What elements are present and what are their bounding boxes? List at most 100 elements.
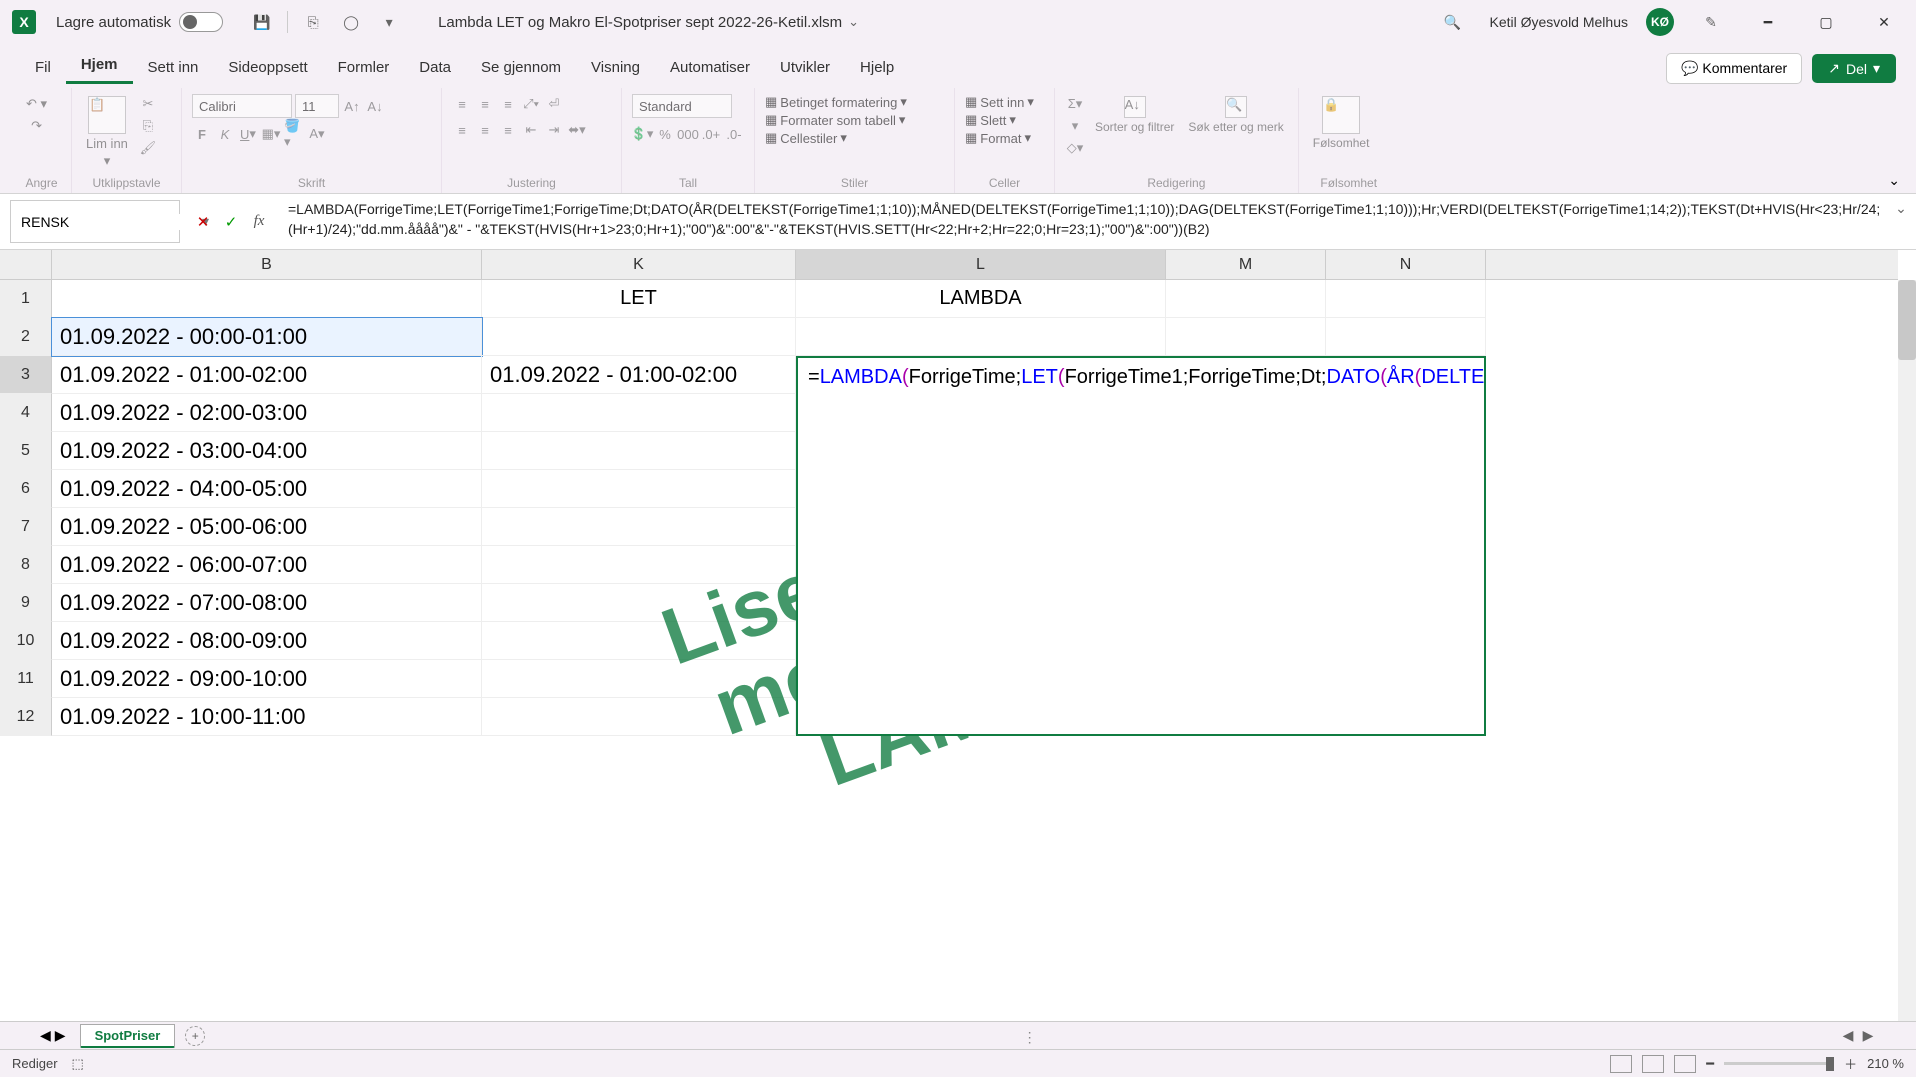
quick-access-icon-2[interactable]: ◯: [340, 11, 362, 33]
align-mid-icon[interactable]: ≡: [475, 94, 495, 114]
select-all-corner[interactable]: [0, 250, 52, 280]
cell-K7[interactable]: [482, 508, 796, 546]
row-header-10[interactable]: 10: [0, 622, 52, 660]
horizontal-scrollbar[interactable]: ⋮: [229, 1029, 1816, 1043]
cell-B5[interactable]: 01.09.2022 - 03:00-04:00: [52, 432, 482, 470]
hscroll-right-icon[interactable]: ▶: [1860, 1028, 1876, 1044]
tab-hjelp[interactable]: Hjelp: [845, 51, 909, 84]
avatar[interactable]: KØ: [1646, 8, 1674, 36]
align-left-icon[interactable]: ≡: [452, 120, 472, 140]
filename-dropdown-icon[interactable]: ⌄: [848, 14, 859, 30]
fx-icon[interactable]: fx: [248, 211, 270, 233]
zoom-slider[interactable]: [1724, 1062, 1834, 1065]
percent-icon[interactable]: %: [655, 124, 675, 144]
number-format-select[interactable]: [632, 94, 732, 118]
format-painter-icon[interactable]: 🖌: [138, 138, 158, 158]
cell-K3[interactable]: 01.09.2022 - 01:00-02:00: [482, 356, 796, 394]
format-as-table-button[interactable]: ▦ Formater som tabell ▾: [765, 112, 905, 128]
tab-automatiser[interactable]: Automatiser: [655, 51, 765, 84]
cell-K2[interactable]: [482, 318, 796, 356]
cell-L1[interactable]: LAMBDA: [796, 280, 1166, 318]
sensitivity-button[interactable]: 🔒Følsomhet: [1309, 94, 1374, 152]
paste-button[interactable]: 📋Lim inn ▾: [82, 94, 132, 171]
row-header-9[interactable]: 9: [0, 584, 52, 622]
insert-cells-button[interactable]: ▦ Sett inn ▾: [965, 94, 1034, 110]
view-pagebreak-icon[interactable]: [1674, 1055, 1696, 1073]
thousands-icon[interactable]: 000: [678, 124, 698, 144]
cell-M1[interactable]: [1166, 280, 1326, 318]
fill-color-button[interactable]: 🪣▾: [284, 124, 304, 144]
tab-data[interactable]: Data: [404, 51, 466, 84]
cell-B3[interactable]: 01.09.2022 - 01:00-02:00: [52, 356, 482, 394]
sort-filter-button[interactable]: A↓Sorter og filtrer: [1091, 94, 1178, 136]
formula-confirm-icon[interactable]: ✓: [220, 211, 242, 233]
row-header-5[interactable]: 5: [0, 432, 52, 470]
cell-M2[interactable]: [1166, 318, 1326, 356]
excel-app-icon[interactable]: X: [12, 10, 36, 34]
align-right-icon[interactable]: ≡: [498, 120, 518, 140]
cell-B4[interactable]: 01.09.2022 - 02:00-03:00: [52, 394, 482, 432]
cells[interactable]: LETLAMBDA01.09.2022 - 00:00-01:0001.09.2…: [52, 280, 1898, 1021]
share-button[interactable]: ↗ Del ▾: [1812, 54, 1896, 83]
search-icon[interactable]: 🔍: [1441, 11, 1463, 33]
cell-B7[interactable]: 01.09.2022 - 05:00-06:00: [52, 508, 482, 546]
cell-K12[interactable]: [482, 698, 796, 736]
add-sheet-button[interactable]: +: [185, 1026, 205, 1046]
border-button[interactable]: ▦▾: [261, 124, 281, 144]
cut-icon[interactable]: ✂: [138, 94, 158, 114]
indent-dec-icon[interactable]: ⇤: [521, 120, 541, 140]
cell-B2[interactable]: 01.09.2022 - 00:00-01:00: [52, 318, 482, 356]
maximize-button[interactable]: ▢: [1806, 7, 1846, 37]
cell-K1[interactable]: LET: [482, 280, 796, 318]
conditional-format-button[interactable]: ▦ Betinget formatering ▾: [765, 94, 907, 110]
underline-button[interactable]: U▾: [238, 124, 258, 144]
row-header-12[interactable]: 12: [0, 698, 52, 736]
cell-K10[interactable]: [482, 622, 796, 660]
cell-K6[interactable]: [482, 470, 796, 508]
cell-B11[interactable]: 01.09.2022 - 09:00-10:00: [52, 660, 482, 698]
comments-button[interactable]: 💬 Kommentarer: [1666, 53, 1802, 84]
hscroll-left-icon[interactable]: ◀: [1840, 1028, 1856, 1044]
zoom-in-icon[interactable]: ＋: [1844, 1054, 1857, 1073]
cell-K4[interactable]: [482, 394, 796, 432]
font-size-select[interactable]: [295, 94, 339, 118]
macro-record-icon[interactable]: ⬚: [72, 1056, 84, 1072]
font-name-select[interactable]: [192, 94, 292, 118]
save-icon[interactable]: 💾: [251, 11, 273, 33]
grid-area[interactable]: BKLMN 123456789101112 LETLAMBDA01.09.202…: [0, 250, 1916, 1021]
zoom-level[interactable]: 210 %: [1867, 1056, 1904, 1071]
tab-settinn[interactable]: Sett inn: [133, 51, 214, 84]
cell-B1[interactable]: [52, 280, 482, 318]
cell-B10[interactable]: 01.09.2022 - 08:00-09:00: [52, 622, 482, 660]
zoom-out-icon[interactable]: ━: [1706, 1056, 1714, 1072]
row-header-3[interactable]: 3: [0, 356, 52, 394]
row-header-1[interactable]: 1: [0, 280, 52, 318]
col-header-N[interactable]: N: [1326, 250, 1486, 279]
decrease-font-icon[interactable]: A↓: [365, 96, 385, 116]
cell-N1[interactable]: [1326, 280, 1486, 318]
cell-L3[interactable]: =LAMBDA(ForrigeTime;LET(ForrigeTime1;For…: [796, 356, 1486, 736]
cell-B9[interactable]: 01.09.2022 - 07:00-08:00: [52, 584, 482, 622]
bold-button[interactable]: F: [192, 124, 212, 144]
find-select-button[interactable]: 🔍Søk etter og merk: [1184, 94, 1287, 136]
formula-expand-icon[interactable]: ⌄: [1886, 194, 1916, 249]
format-cells-button[interactable]: ▦ Format ▾: [965, 130, 1031, 146]
clear-icon[interactable]: ◇▾: [1065, 138, 1085, 158]
minimize-button[interactable]: ━: [1748, 7, 1788, 37]
row-header-4[interactable]: 4: [0, 394, 52, 432]
tab-visning[interactable]: Visning: [576, 51, 655, 84]
col-header-L[interactable]: L: [796, 250, 1166, 279]
indent-inc-icon[interactable]: ⇥: [544, 120, 564, 140]
row-header-2[interactable]: 2: [0, 318, 52, 356]
row-header-7[interactable]: 7: [0, 508, 52, 546]
col-header-B[interactable]: B: [52, 250, 482, 279]
ribbon-collapse-icon[interactable]: ⌄: [1884, 88, 1904, 193]
cell-B8[interactable]: 01.09.2022 - 06:00-07:00: [52, 546, 482, 584]
wrap-text-icon[interactable]: ⏎: [544, 94, 564, 114]
row-header-11[interactable]: 11: [0, 660, 52, 698]
tab-hjem[interactable]: Hjem: [66, 48, 133, 84]
quick-access-icon-1[interactable]: ⎘: [302, 11, 324, 33]
view-normal-icon[interactable]: [1610, 1055, 1632, 1073]
cell-N2[interactable]: [1326, 318, 1486, 356]
cell-L2[interactable]: [796, 318, 1166, 356]
